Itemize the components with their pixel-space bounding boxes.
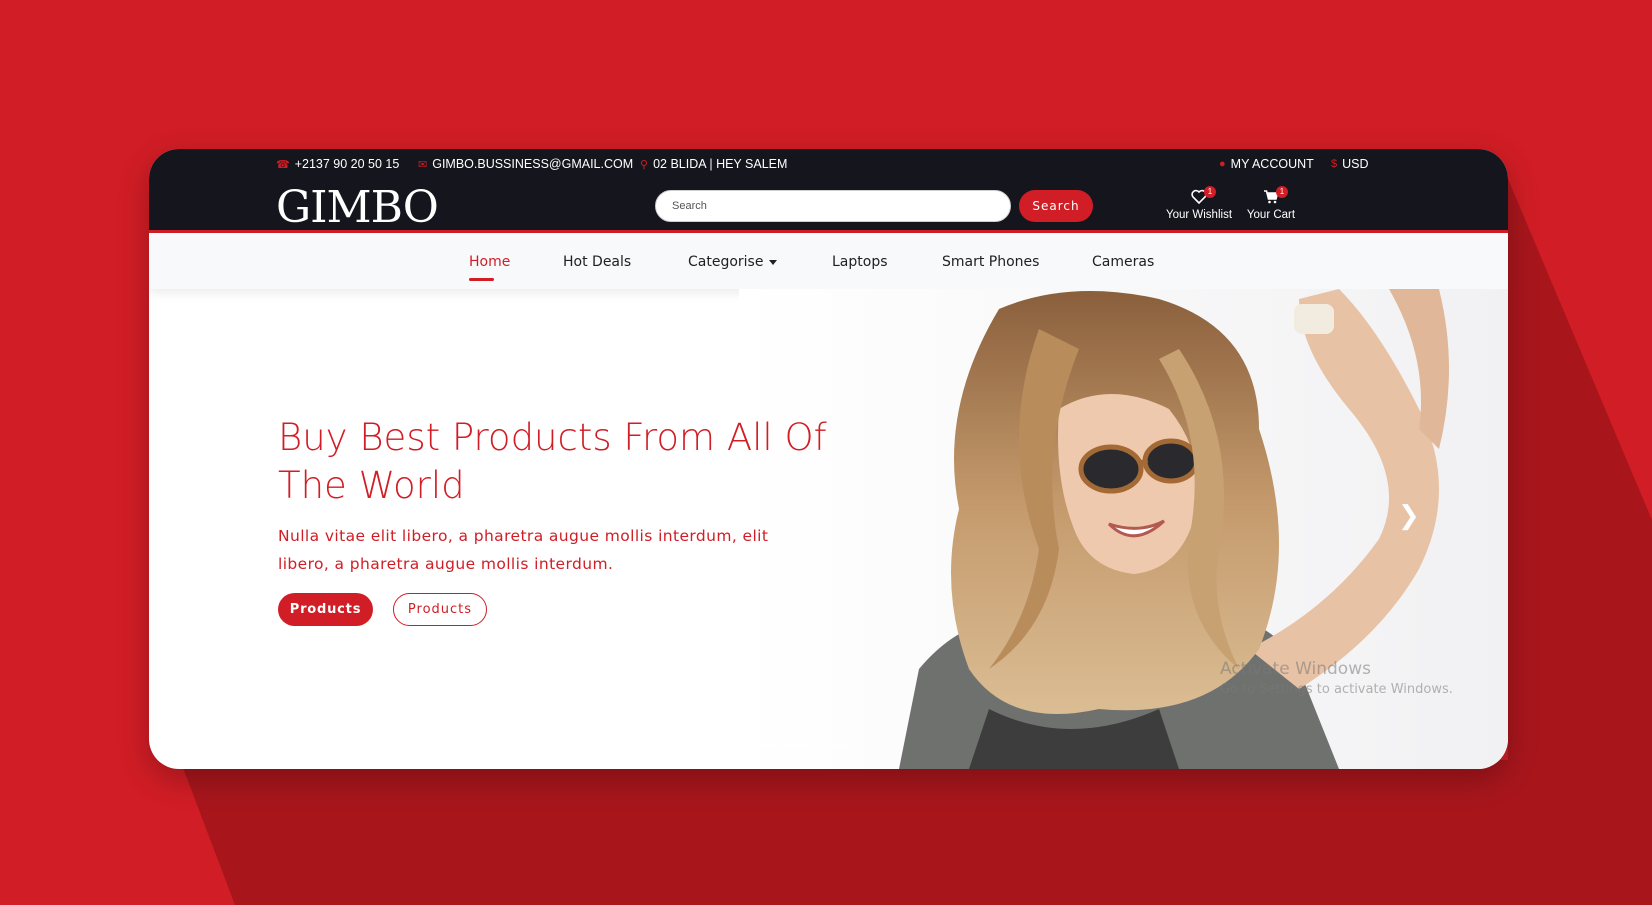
nav-item-hot-deals[interactable]: Hot Deals — [563, 254, 631, 270]
caret-down-icon — [769, 259, 778, 265]
cart-count-badge: 1 — [1276, 186, 1288, 198]
hero-model-photo — [739, 289, 1508, 769]
main-header: GIMBO Search 1 Your Wishlist 1 — [149, 177, 1508, 233]
nav-item-smart-phones[interactable]: Smart Phones — [942, 254, 1039, 270]
phone-icon: ☎ — [276, 158, 290, 171]
currency-selector[interactable]: $ USD — [1331, 157, 1369, 171]
cart-label: Your Cart — [1246, 209, 1296, 221]
phone-contact[interactable]: ☎ +2137 90 20 50 15 — [276, 157, 399, 171]
my-account-label: MY ACCOUNT — [1230, 157, 1314, 171]
products-primary-button[interactable]: Products — [278, 593, 373, 626]
wishlist-link[interactable]: 1 Your Wishlist — [1159, 186, 1239, 221]
search-button[interactable]: Search — [1019, 190, 1093, 222]
website-frame: ☎ +2137 90 20 50 15 ✉ GIMBO.BUSSINESS@GM… — [149, 149, 1508, 769]
cart-link[interactable]: 1 Your Cart — [1239, 186, 1303, 221]
chevron-right-icon[interactable]: ❯ — [1398, 501, 1420, 531]
nav-item-laptops[interactable]: Laptops — [832, 254, 888, 270]
watermark-title: Activate Windows — [1220, 659, 1371, 679]
address-contact[interactable]: ⚲ 02 BLIDA | HEY SALEM — [640, 157, 787, 171]
site-logo[interactable]: GIMBO — [276, 183, 439, 233]
envelope-icon: ✉ — [418, 158, 428, 171]
currency-label: USD — [1342, 157, 1369, 171]
address-text: 02 BLIDA | HEY SALEM — [653, 157, 788, 171]
wishlist-count-badge: 1 — [1204, 186, 1216, 198]
user-icon: ● — [1219, 158, 1226, 170]
email-text: GIMBO.BUSSINESS@GMAIL.COM — [432, 157, 634, 171]
products-outline-button[interactable]: Products — [393, 593, 487, 626]
phone-text: +2137 90 20 50 15 — [294, 157, 400, 171]
main-navigation: Home Hot Deals Categorise Laptops Smart … — [149, 236, 1508, 289]
map-pin-icon: ⚲ — [640, 158, 649, 171]
search-input[interactable] — [655, 190, 1011, 222]
watermark-subtitle: Go to Settings to activate Windows. — [1220, 682, 1453, 697]
nav-item-cameras[interactable]: Cameras — [1092, 254, 1154, 270]
top-info-bar: ☎ +2137 90 20 50 15 ✉ GIMBO.BUSSINESS@GM… — [149, 149, 1508, 177]
nav-item-categorise-label: Categorise — [688, 254, 764, 270]
hero-description: Nulla vitae elit libero, a pharetra augu… — [278, 527, 769, 573]
active-nav-underline — [469, 278, 494, 281]
hero-title: Buy Best Products From All Of The World — [278, 416, 827, 507]
wishlist-label: Your Wishlist — [1165, 209, 1233, 221]
my-account-link[interactable]: ● MY ACCOUNT — [1219, 157, 1314, 171]
windows-activation-watermark: Activate Windows Go to Settings to activ… — [1220, 659, 1453, 697]
nav-item-categorise[interactable]: Categorise — [688, 254, 778, 270]
dollar-icon: $ — [1331, 158, 1338, 170]
carousel-indicator-2[interactable] — [782, 744, 812, 747]
nav-item-home[interactable]: Home — [469, 254, 510, 270]
email-contact[interactable]: ✉ GIMBO.BUSSINESS@GMAIL.COM — [418, 157, 633, 171]
carousel-indicator-1[interactable] — [746, 744, 776, 747]
carousel-indicator-3[interactable] — [818, 744, 848, 747]
